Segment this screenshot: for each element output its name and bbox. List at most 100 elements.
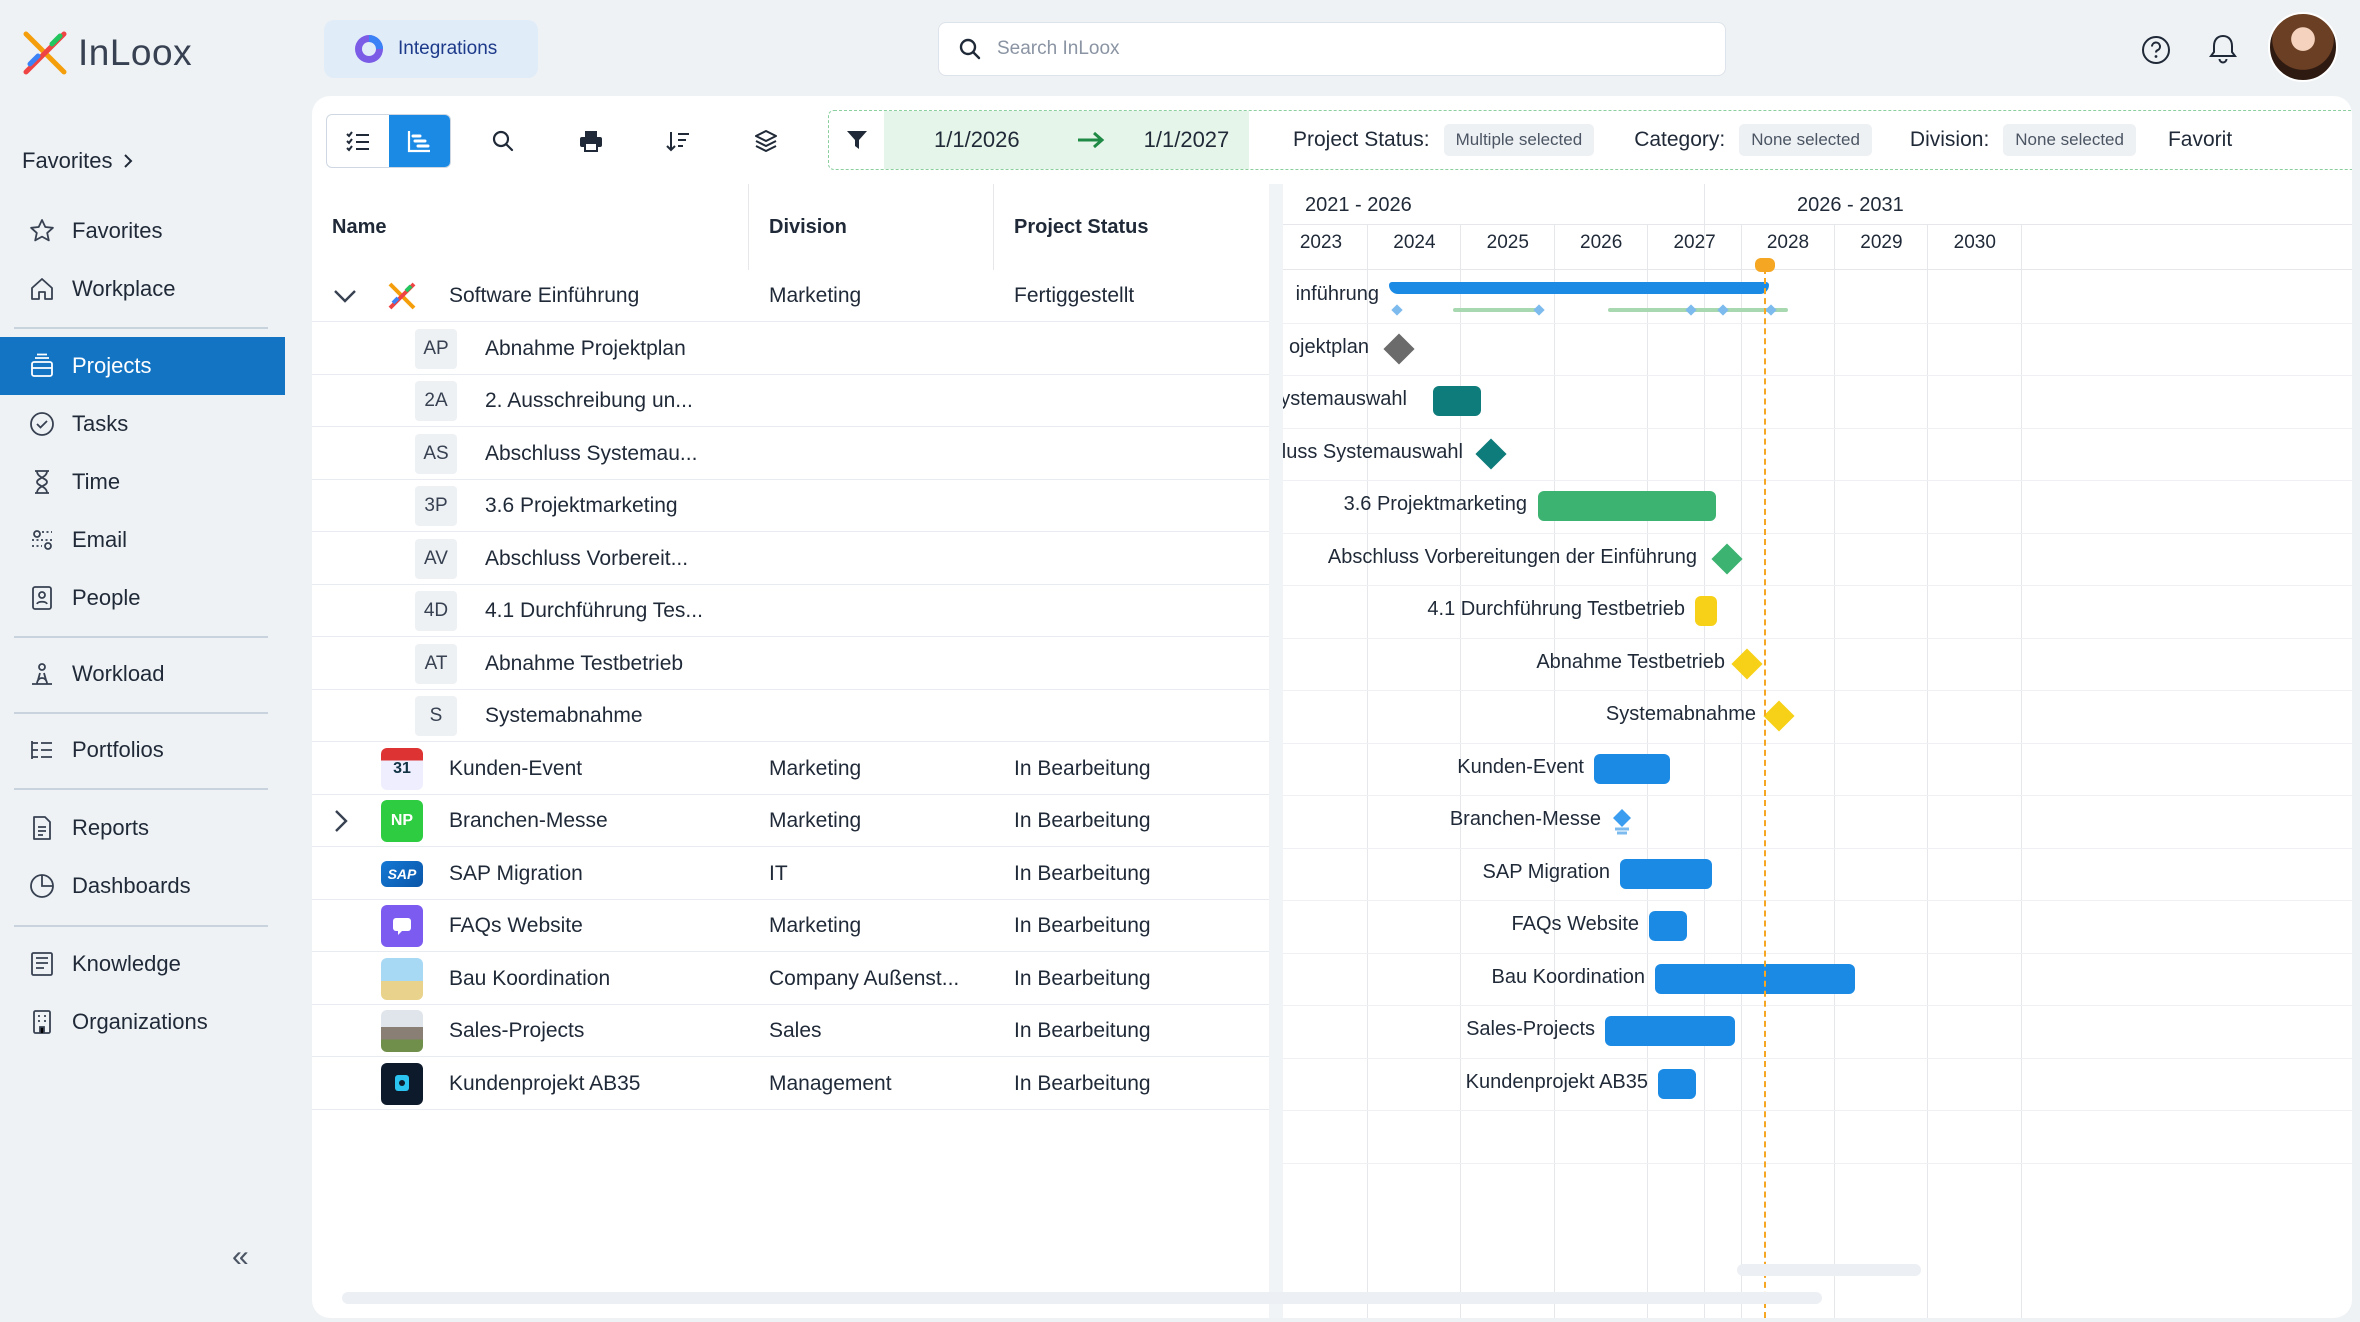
task-name: 4.1 Durchführung Tes...	[485, 599, 703, 622]
column-header-status[interactable]: Project Status	[1014, 184, 1148, 270]
filter-button[interactable]	[829, 129, 884, 151]
gantt-bar[interactable]	[1594, 753, 1670, 784]
gantt-icon	[408, 131, 431, 153]
report-icon	[33, 816, 51, 840]
grid-scrollbar[interactable]	[342, 1292, 1822, 1304]
milestone-diamond[interactable]	[1475, 437, 1507, 470]
table-row[interactable]: NP Branchen-Messe Marketing In Bearbeitung	[312, 795, 1269, 847]
project-name: FAQs Website	[449, 914, 583, 937]
sidebar-item-workload[interactable]: Workload	[0, 645, 285, 703]
date-from[interactable]: 1/1/2026	[934, 127, 1020, 153]
table-row[interactable]: Kundenprojekt AB35 Management In Bearbeitu…	[312, 1058, 1269, 1110]
collapse-row-button[interactable]	[332, 270, 358, 322]
date-range[interactable]: 1/1/2026 1/1/2027	[884, 111, 1249, 169]
table-row[interactable]: 3P 3.6 Projektmarketing	[312, 480, 1269, 532]
date-to[interactable]: 1/1/2027	[1144, 127, 1230, 153]
table-row[interactable]: S Systemabnahme	[312, 690, 1269, 742]
gantt-bar-label: Bau Koordination	[1491, 965, 1645, 988]
filter-value-status[interactable]: Multiple selected	[1443, 124, 1595, 156]
table-row[interactable]: Bau Koordination Company Außenst... In Bea…	[312, 953, 1269, 1005]
sidebar-item-workplace[interactable]: Workplace	[0, 260, 285, 318]
collapse-sidebar-button[interactable]: «	[232, 1240, 249, 1274]
milestone-diamond[interactable]	[1383, 332, 1415, 365]
sidebar-item-portfolios[interactable]: Portfolios	[0, 721, 285, 779]
task-name: 2. Ausschreibung un...	[485, 389, 693, 412]
summary-bar[interactable]	[1389, 282, 1769, 294]
period-label-2: 2026 - 2031	[1797, 194, 1904, 216]
gantt-bar[interactable]	[1605, 1016, 1735, 1046]
sidebar-divider	[14, 712, 268, 714]
table-row[interactable]: AT Abnahme Testbetrieb	[312, 638, 1269, 690]
gantt-bar[interactable]	[1655, 963, 1855, 994]
gantt-bar[interactable]	[1538, 491, 1716, 521]
sort-button[interactable]	[657, 120, 699, 162]
table-row[interactable]: AP Abnahme Projektplan	[312, 323, 1269, 375]
integrations-button[interactable]: Integrations	[324, 20, 538, 78]
pane-splitter[interactable]	[1269, 184, 1283, 1318]
sidebar-item-label: Email	[72, 527, 128, 552]
task-abbr-badge: S	[415, 696, 457, 736]
project-division: Marketing	[769, 914, 862, 937]
list-view-button[interactable]	[327, 115, 389, 167]
gantt-view-button[interactable]	[388, 115, 450, 167]
table-row[interactable]: 2A 2. Ausschreibung un...	[312, 375, 1269, 427]
sidebar-item-time[interactable]: Time	[0, 453, 285, 511]
app-icon-icon	[381, 1062, 423, 1105]
sidebar-item-favorites[interactable]: Favorites	[0, 202, 285, 260]
app-logo[interactable]: InLoox	[22, 30, 192, 76]
task-name: Systemabnahme	[485, 704, 643, 727]
column-divider	[993, 184, 994, 270]
notifications-button[interactable]	[2203, 28, 2243, 68]
table-row[interactable]: AV Abschluss Vorbereit...	[312, 533, 1269, 585]
today-marker[interactable]	[1755, 258, 1775, 272]
gantt-bar[interactable]	[1620, 858, 1712, 889]
sidebar-item-organizations[interactable]: Organizations	[0, 993, 285, 1051]
sidebar-item-dashboards[interactable]: Dashboards	[0, 857, 285, 915]
gantt-chart: 2021 - 2026 2026 - 2031 2023 2024 2025 2026…	[1283, 184, 2352, 1318]
table-row[interactable]: 31 Kunden-Event Marketing In Bearbeitung	[312, 743, 1269, 795]
column-header-division[interactable]: Division	[769, 184, 847, 270]
table-row[interactable]: FAQs Website Marketing In Bearbeitung	[312, 900, 1269, 952]
help-button[interactable]	[2136, 30, 2176, 70]
table-row[interactable]: AS Abschluss Systemau...	[312, 428, 1269, 480]
milestone-diamond[interactable]	[1763, 700, 1795, 732]
sidebar-item-knowledge[interactable]: Knowledge	[0, 935, 285, 993]
search-box[interactable]	[938, 22, 1726, 76]
gantt-row-line	[1283, 480, 2352, 481]
gantt-row-line	[1283, 742, 2352, 744]
sidebar-item-tasks[interactable]: Tasks	[0, 395, 285, 453]
gantt-bar[interactable]	[1649, 911, 1687, 941]
sidebar-item-people[interactable]: People	[0, 569, 285, 627]
layers-button[interactable]	[745, 120, 787, 162]
table-row[interactable]: SAP SAP Migration IT In Bearbeitung	[312, 848, 1269, 900]
gantt-row-line	[1283, 1005, 2352, 1006]
milestone-diamond[interactable]	[1711, 542, 1743, 575]
workload-icon	[32, 663, 52, 685]
sidebar-divider	[14, 636, 268, 638]
search-input[interactable]	[997, 38, 1677, 60]
filter-label-favorites[interactable]: Favorit	[2168, 128, 2232, 152]
integrations-label: Integrations	[398, 38, 498, 59]
expand-row-button[interactable]	[332, 795, 350, 847]
table-row[interactable]: 4D 4.1 Durchführung Tes...	[312, 585, 1269, 637]
sidebar-item-email[interactable]: Email	[0, 511, 285, 569]
column-header-name[interactable]: Name	[332, 184, 386, 270]
sidebar-item-projects[interactable]: Projects	[0, 337, 285, 395]
collapsed-project-marker[interactable]	[1611, 807, 1633, 842]
gantt-scrollbar[interactable]	[1737, 1264, 1921, 1276]
filter-value-division[interactable]: None selected	[2003, 124, 2136, 156]
project-name: Kunden-Event	[449, 756, 583, 780]
favorites-header[interactable]: Favorites	[22, 148, 134, 174]
gantt-bar[interactable]	[1433, 386, 1481, 416]
user-avatar[interactable]	[2268, 12, 2338, 82]
print-button[interactable]	[570, 120, 612, 162]
sidebar-item-reports[interactable]: Reports	[0, 799, 285, 857]
table-row[interactable]: Software Einführung Marketing Fertiggestel…	[312, 270, 1269, 322]
filter-value-category[interactable]: None selected	[1739, 124, 1872, 156]
milestone-diamond[interactable]	[1731, 647, 1763, 680]
gantt-bar[interactable]	[1695, 596, 1717, 626]
search-button[interactable]	[482, 120, 524, 162]
table-row[interactable]: Sales-Projects Sales In Bearbeitung	[312, 1005, 1269, 1057]
gantt-bar[interactable]	[1658, 1068, 1696, 1099]
summary-marker	[1765, 304, 1777, 316]
